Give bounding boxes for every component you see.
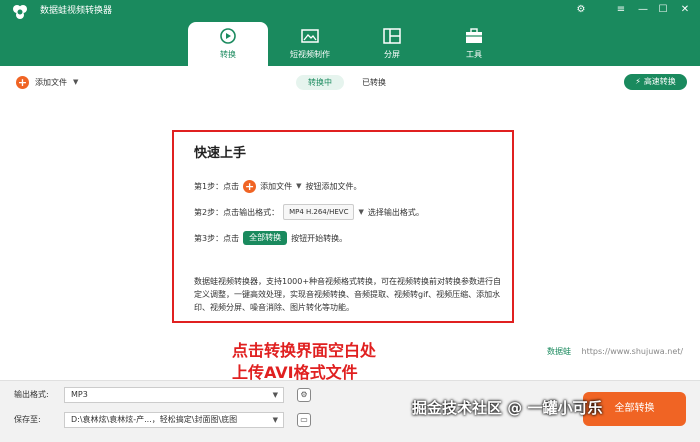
step-text: 按钮开始转换。	[291, 233, 348, 243]
save-path-value: D:\袁林炫\袁林炫-产...，轻松搞定\封面图\底图	[71, 415, 238, 424]
chevron-down-icon: ▼	[272, 416, 278, 424]
format-sample: MP4 H.264/HEVC	[283, 204, 355, 220]
format-label: 输出格式:	[14, 390, 49, 399]
step-3: 第3步：点击 全部转换 按钮开始转换。	[194, 230, 347, 246]
step-text: 第2步：点击输出格式：	[194, 207, 280, 217]
format-value: MP3	[71, 390, 88, 399]
add-file-button[interactable]: + 添加文件 ▼	[16, 75, 78, 89]
picture-icon	[301, 29, 319, 43]
title-bar: 数据蛙视频转换器 ⚙ ≡ — ☐ ✕ 转换 短视频制作 分屏 工具	[0, 0, 700, 66]
plus-icon: +	[16, 75, 29, 89]
close-icon[interactable]: ✕	[678, 3, 692, 17]
toolbox-icon	[466, 28, 482, 43]
step-text: 第1步：点击	[194, 181, 240, 191]
app-title: 数据蛙视频转换器	[40, 6, 113, 16]
folder-icon[interactable]: ▭	[297, 413, 311, 427]
status-switch: 转换中 已转换	[296, 75, 398, 90]
watermark-brand: 数据蛙	[547, 347, 571, 356]
chevron-down-icon: ▼	[272, 391, 278, 399]
step-text: 选择输出格式。	[367, 207, 424, 217]
convert-all-sample: 全部转换	[243, 231, 288, 245]
plus-icon: +	[243, 179, 257, 193]
step-1: 第1步：点击 + 添加文件 ▼ 按钮添加文件。	[194, 178, 361, 194]
tab-split-screen[interactable]: 分屏	[352, 22, 432, 66]
tab-label: 转换	[220, 50, 236, 59]
convert-icon	[220, 28, 236, 44]
step-button-label: 添加文件	[260, 181, 293, 191]
watermark: 数据蛙 https://www.shujuwa.net/	[547, 346, 683, 357]
app-description: 数据蛙视频转换器，支持1000+种音视频格式转换，可在视频转换前对转换参数进行自…	[194, 277, 502, 312]
step-2: 第2步：点击输出格式： MP4 H.264/HEVC ▼ 选择输出格式。	[194, 204, 424, 220]
tab-short-video[interactable]: 短视频制作	[270, 22, 350, 66]
fast-convert-label: 高速转换	[643, 77, 676, 86]
gear-icon[interactable]: ⚙	[574, 3, 588, 17]
save-path-field[interactable]: D:\袁林炫\袁林炫-产...，轻松搞定\封面图\底图 ▼	[64, 412, 284, 428]
quick-start-panel: 快速上手 第1步：点击 + 添加文件 ▼ 按钮添加文件。 第2步：点击输出格式：…	[172, 130, 514, 323]
save-label: 保存至:	[14, 415, 41, 424]
guide-title: 快速上手	[194, 146, 247, 161]
maximize-icon[interactable]: ☐	[656, 3, 670, 17]
watermark-url: https://www.shujuwa.net/	[581, 347, 684, 356]
chevron-down-icon[interactable]: ▼	[73, 78, 78, 86]
minimize-icon[interactable]: —	[636, 3, 650, 17]
tab-converted[interactable]: 已转换	[350, 75, 398, 90]
annotation-line-1: 点击转换界面空白处	[232, 341, 377, 360]
watermark-overlay: 掘金技术社区 @ 一罐小可乐	[412, 399, 603, 417]
tab-label: 短视频制作	[290, 50, 330, 59]
tab-label: 工具	[466, 50, 482, 59]
lightning-icon: ⚡	[635, 77, 641, 86]
step-text: 第3步：点击	[194, 233, 240, 243]
app-logo-icon	[13, 5, 27, 19]
tab-tools[interactable]: 工具	[434, 22, 514, 66]
tab-convert[interactable]: 转换	[188, 22, 268, 66]
format-settings-icon[interactable]: ⚙	[297, 388, 311, 402]
add-file-label: 添加文件	[35, 77, 67, 87]
menu-icon[interactable]: ≡	[614, 3, 628, 17]
split-screen-icon	[383, 28, 401, 44]
chevron-down-icon: ▼	[296, 182, 302, 190]
toolbar: + 添加文件 ▼ 转换中 已转换 ⚡ 高速转换	[0, 66, 700, 99]
chevron-down-icon: ▼	[358, 208, 364, 216]
step-text: 按钮添加文件。	[305, 181, 362, 191]
tab-label: 分屏	[384, 50, 400, 59]
tab-converting[interactable]: 转换中	[296, 75, 344, 90]
fast-convert-button[interactable]: ⚡ 高速转换	[624, 74, 687, 90]
output-format-select[interactable]: MP3 ▼	[64, 387, 284, 403]
